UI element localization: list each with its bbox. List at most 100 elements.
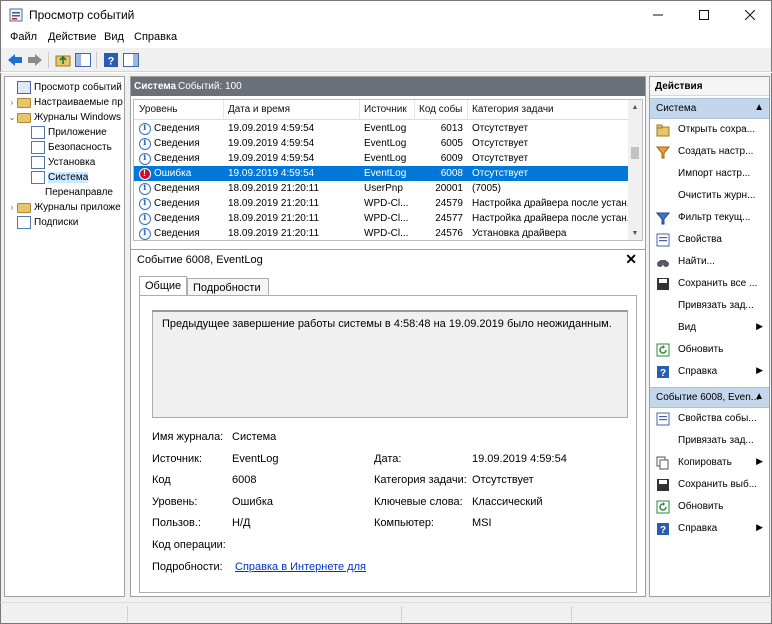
cell-datetime: 18.09.2019 21:20:11 <box>228 213 320 224</box>
action-item[interactable]: Свойства <box>650 230 769 251</box>
actions-section-system[interactable]: Система ▲ <box>650 98 769 119</box>
action-item[interactable]: Сохранить выб... <box>650 475 769 496</box>
console-tree-icon <box>75 53 91 67</box>
cell-level: Сведения <box>154 123 200 134</box>
maximize-button[interactable] <box>681 1 727 29</box>
column-header-category[interactable]: Категория задачи <box>472 104 554 115</box>
cell-source: UserPnp <box>364 183 403 194</box>
info-icon <box>139 123 151 135</box>
scroll-up-icon[interactable]: ▲ <box>628 100 642 114</box>
action-item[interactable]: Создать настр... <box>650 142 769 163</box>
tree-root[interactable]: Просмотр событий (Ло <box>7 80 124 95</box>
action-item[interactable]: Вид ▶ <box>650 318 769 339</box>
action-label: Фильтр текущ... <box>678 212 751 223</box>
maximize-icon <box>699 10 709 20</box>
action-item[interactable]: Обновить <box>650 340 769 361</box>
scroll-down-icon[interactable]: ▼ <box>628 226 642 240</box>
action-item[interactable]: Найти... <box>650 252 769 273</box>
info-icon <box>139 183 151 195</box>
menu-action[interactable]: Действие <box>48 31 96 43</box>
tree-system[interactable]: Система <box>31 170 89 185</box>
cell-datetime: 18.09.2019 21:20:11 <box>228 228 320 239</box>
action-item[interactable]: Обновить <box>650 497 769 518</box>
action-item[interactable]: Сохранить все ... <box>650 274 769 295</box>
info-icon <box>139 153 151 165</box>
tree-subscriptions[interactable]: Подписки <box>17 215 78 230</box>
cell-level: Ошибка <box>154 168 192 179</box>
actions-section-event[interactable]: Событие 6008, Even... ▲ <box>650 387 769 408</box>
column-header-source[interactable]: Источник <box>364 104 407 115</box>
column-header-datetime[interactable]: Дата и время <box>228 104 290 115</box>
tree-windows-logs[interactable]: ⌄ Журналы Windows <box>7 110 121 125</box>
folder-icon <box>17 112 31 123</box>
chevron-right-icon[interactable]: › <box>7 98 17 107</box>
action-item[interactable]: Свойства собы... <box>650 409 769 430</box>
online-help-link[interactable]: Справка в Интернете для <box>235 561 366 573</box>
more-info-label: Подробности: <box>152 561 223 573</box>
section-label: Система <box>656 103 697 114</box>
menu-view[interactable]: Вид <box>104 31 124 43</box>
action-item[interactable]: Копировать ▶ <box>650 453 769 474</box>
window-title: Просмотр событий <box>29 8 135 22</box>
tree-app-logs[interactable]: › Журналы приложе <box>7 200 121 215</box>
collapse-up-icon[interactable]: ▲ <box>754 391 764 402</box>
collapse-up-icon[interactable]: ▲ <box>754 102 764 113</box>
minimize-button[interactable] <box>635 1 681 29</box>
tree-label: Просмотр событий (Ло <box>34 82 124 93</box>
action-label: Вид <box>678 322 697 333</box>
svg-text:?: ? <box>660 525 666 536</box>
tree-setup[interactable]: Установка <box>31 155 95 170</box>
column-header-level[interactable]: Уровень <box>139 104 178 115</box>
action-label: Создать настр... <box>678 146 754 157</box>
cell-level: Сведения <box>154 228 200 239</box>
table-row[interactable]: Сведения 19.09.2019 4:59:54 EventLog 6009 От… <box>134 151 630 166</box>
action-item[interactable]: Привязать зад... <box>650 431 769 452</box>
save-icon <box>657 278 669 290</box>
forward-button[interactable] <box>26 51 44 69</box>
action-item[interactable]: Импорт настр... <box>650 164 769 185</box>
table-row[interactable]: Сведения 18.09.2019 21:20:11 WPD-Cl... 2457… <box>134 226 630 240</box>
action-item[interactable]: Очистить журн... <box>650 186 769 207</box>
table-row[interactable]: Ошибка 19.09.2019 4:59:54 EventLog 6008 Отсу… <box>134 166 630 181</box>
close-button[interactable] <box>727 1 772 29</box>
back-button[interactable] <box>6 51 24 69</box>
action-item[interactable]: Привязать зад... <box>650 296 769 317</box>
show-hide-tree-button[interactable] <box>74 51 92 69</box>
tab-general[interactable]: Общие <box>139 276 187 296</box>
chevron-right-icon[interactable]: › <box>7 203 17 212</box>
table-row[interactable]: Сведения 18.09.2019 21:20:11 WPD-Cl... 2457… <box>134 211 630 226</box>
column-header-code[interactable]: Код собы <box>419 104 462 115</box>
action-item[interactable]: Открыть сохра... <box>650 120 769 141</box>
scroll-thumb[interactable] <box>631 147 639 159</box>
menu-help[interactable]: Справка <box>134 31 177 43</box>
table-row[interactable]: Сведения 18.09.2019 21:20:11 UserPnp 20001 (… <box>134 181 630 196</box>
up-level-button[interactable] <box>54 51 72 69</box>
tree-application[interactable]: Приложение <box>31 125 107 140</box>
tree-security[interactable]: Безопасность <box>31 140 112 155</box>
action-item[interactable]: Фильтр текущ... <box>650 208 769 229</box>
close-detail-icon[interactable]: ✕ <box>625 251 637 268</box>
chevron-down-icon[interactable]: ⌄ <box>7 113 17 122</box>
help-button[interactable]: ? <box>102 51 120 69</box>
action-item[interactable]: ? Справка ▶ <box>650 362 769 383</box>
vertical-scrollbar[interactable]: ▲ ▼ <box>628 100 642 240</box>
action-label: Свойства собы... <box>678 413 757 424</box>
action-item[interactable]: ? Справка ▶ <box>650 519 769 540</box>
table-row[interactable]: Сведения 18.09.2019 21:20:11 WPD-Cl... 2457… <box>134 196 630 211</box>
table-row[interactable]: Сведения 19.09.2019 4:59:54 EventLog 6005 От… <box>134 136 630 151</box>
cell-category: (7005) <box>472 183 501 194</box>
show-hide-actions-button[interactable] <box>122 51 140 69</box>
tree-custom-views[interactable]: › Настраиваемые пр <box>7 95 123 110</box>
cell-category: Настройка драйвера после устан... <box>472 213 628 224</box>
action-label: Обновить <box>678 344 724 355</box>
menu-file[interactable]: Файл <box>10 31 37 43</box>
table-row[interactable]: Сведения 19.09.2019 4:59:54 EventLog 6013 От… <box>134 121 630 136</box>
filter-create-icon <box>656 146 670 159</box>
cell-category: Отсутствует <box>472 123 529 134</box>
tree-label: Система <box>48 172 89 183</box>
tree-forwarded[interactable]: Перенаправле <box>45 185 113 200</box>
tab-details[interactable]: Подробности <box>187 278 269 296</box>
event-viewer-icon <box>17 81 31 94</box>
cell-source: EventLog <box>364 153 407 164</box>
attach-task-icon <box>656 299 670 313</box>
